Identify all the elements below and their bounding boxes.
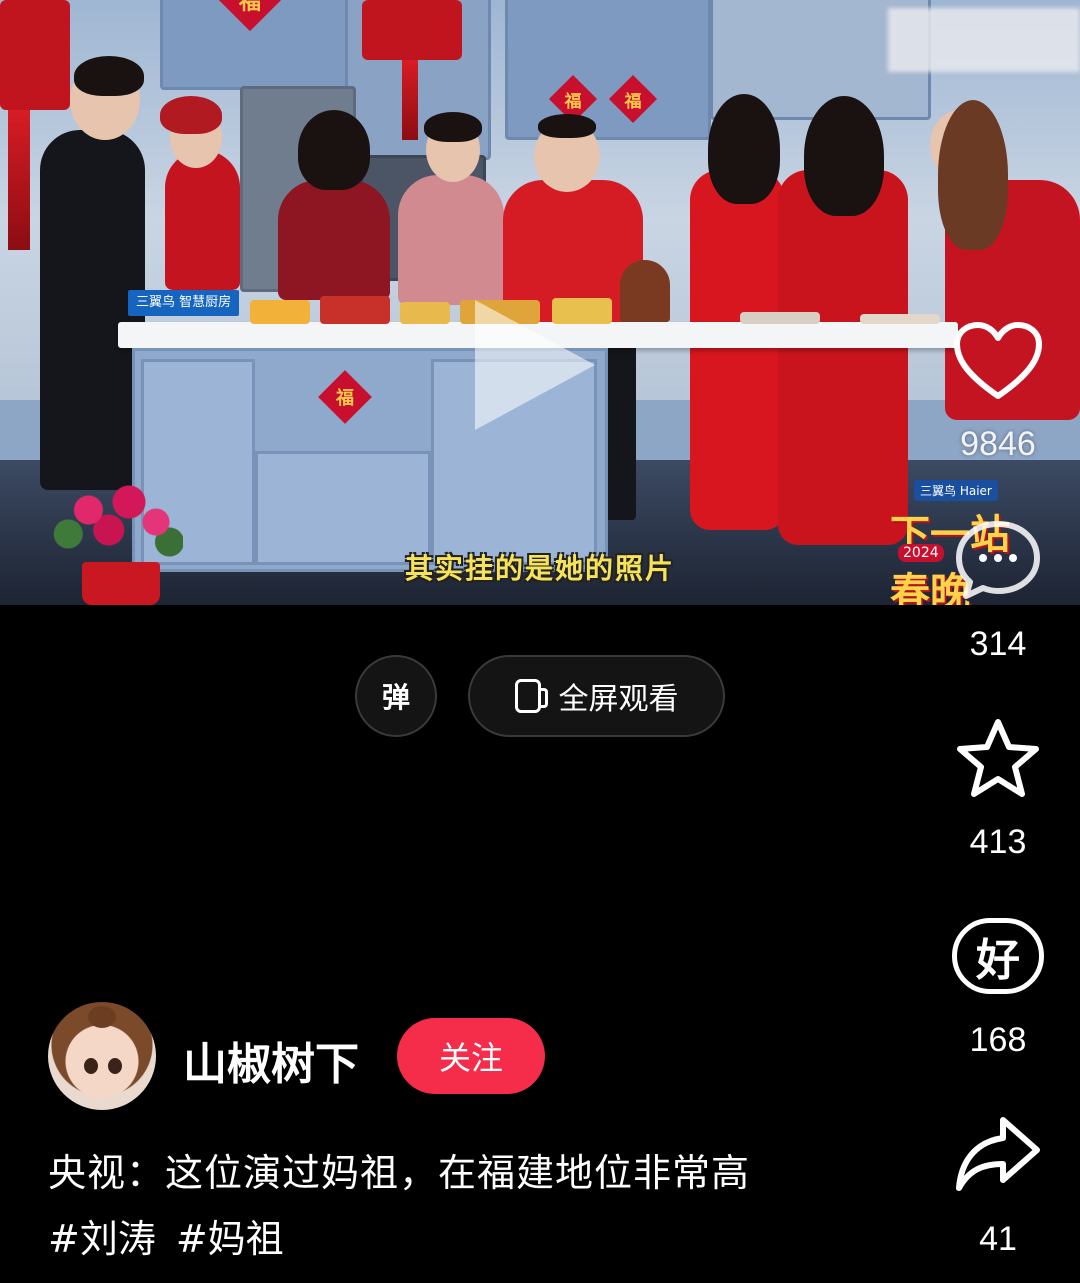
good-count: 168 (969, 1021, 1027, 1059)
guest-figure (398, 175, 504, 305)
food-dish (320, 296, 390, 324)
good-button[interactable]: 好 (948, 918, 1048, 994)
video-player[interactable]: 福 福 福 福 三翼鸟 智慧厨房 三翼鸟 Haier 下一站春晚 2024 其实… (0, 0, 1080, 605)
guest-hat (160, 96, 222, 134)
tassel-decoration (402, 60, 418, 140)
fullscreen-label: 全屏观看 (558, 682, 679, 717)
hashtag[interactable]: #刘涛 (48, 1208, 156, 1263)
guest-hair (424, 112, 482, 142)
host-hair (74, 56, 144, 96)
good-icon: 好 (952, 918, 1044, 994)
food-dish (250, 300, 310, 324)
guest-hair (708, 94, 780, 204)
share-button[interactable] (948, 1112, 1048, 1196)
food-display (620, 260, 670, 322)
blurred-region (888, 8, 1080, 72)
video-subtitle: 其实挂的是她的照片 (404, 552, 675, 585)
guest-figure (690, 170, 785, 530)
chinese-knot-decoration (0, 0, 70, 110)
comment-count: 314 (969, 625, 1027, 663)
favorite-button[interactable] (948, 716, 1048, 802)
upper-cabinet (505, 0, 711, 140)
fullscreen-button[interactable]: 全屏观看 (468, 655, 725, 737)
flower-pot-decoration (48, 478, 183, 558)
star-icon (957, 719, 1039, 797)
guest-hair (804, 96, 884, 216)
guest-figure (165, 150, 240, 290)
share-icon (956, 1117, 1040, 1191)
food-dish (400, 302, 450, 324)
comment-button[interactable] (948, 518, 1048, 602)
hashtag-list: #刘涛 #妈祖 (48, 1208, 284, 1263)
food-plate (740, 312, 820, 324)
share-count: 41 (979, 1220, 1017, 1258)
danmu-toggle-button[interactable]: 弹 (355, 655, 437, 737)
rotate-screen-icon (514, 679, 548, 713)
avatar[interactable] (48, 1002, 156, 1110)
comment-icon (956, 521, 1040, 599)
food-plate (860, 314, 940, 324)
hashtag[interactable]: #妈祖 (176, 1208, 284, 1263)
sponsor-sign: 三翼鸟 智慧厨房 (128, 290, 240, 316)
chinese-knot-decoration (362, 0, 462, 60)
guest-hair (938, 100, 1008, 250)
danmu-label: 弹 (381, 681, 410, 714)
like-count: 9846 (960, 425, 1036, 463)
heart-icon (954, 322, 1042, 399)
like-button[interactable] (948, 322, 1048, 402)
favorite-count: 413 (969, 823, 1027, 861)
post-caption: 央视：这位演过妈祖，在福建地位非常高 (48, 1151, 751, 1195)
author-name[interactable]: 山椒树下 (183, 1028, 359, 1092)
follow-button[interactable]: 关注 (397, 1018, 545, 1094)
tassel-decoration (8, 110, 30, 250)
guest-hair (298, 110, 370, 190)
play-icon[interactable] (475, 300, 595, 430)
guest-figure (278, 180, 390, 300)
chef-hair (538, 114, 596, 138)
